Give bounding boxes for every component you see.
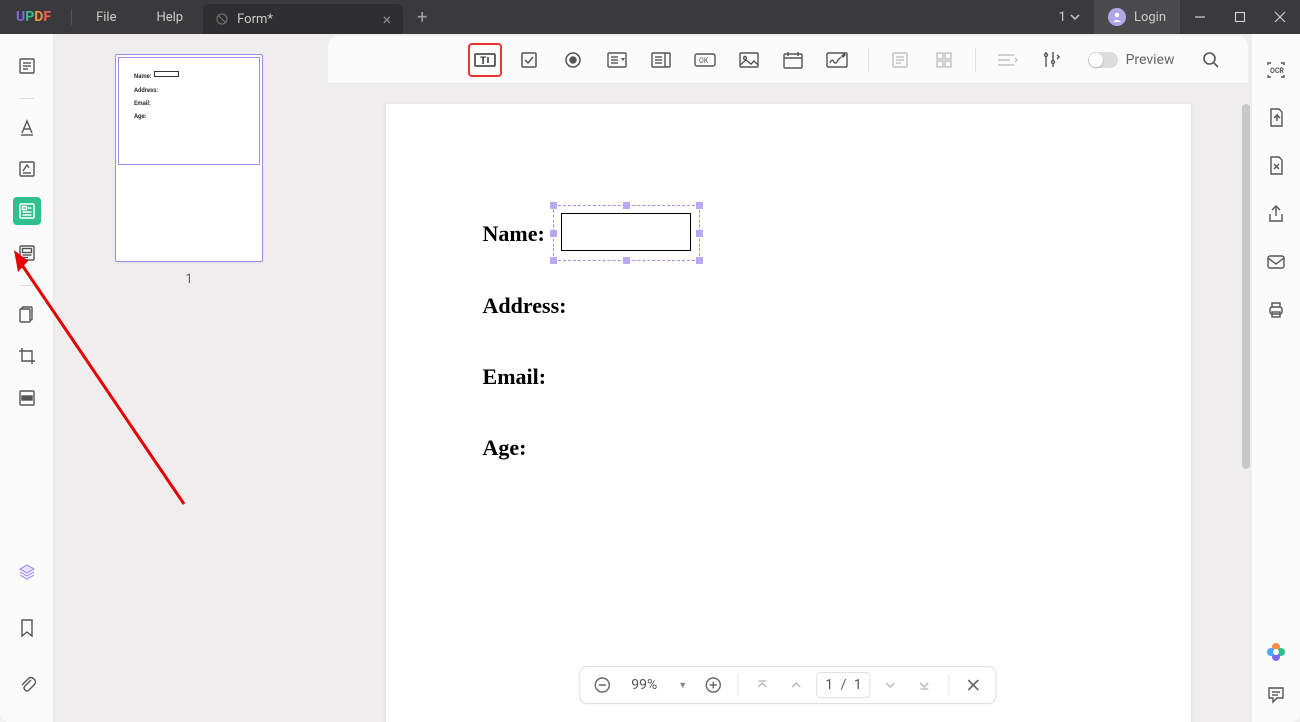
preview-toggle[interactable]: Preview	[1088, 52, 1175, 68]
form-tool[interactable]	[13, 197, 41, 225]
separator	[20, 98, 34, 99]
bookmark-panel-button[interactable]	[13, 614, 41, 642]
svg-text:OK: OK	[699, 57, 709, 65]
listbox-tool[interactable]	[644, 43, 678, 77]
separator	[868, 48, 869, 72]
vertical-scrollbar[interactable]	[1242, 104, 1250, 469]
window-close-button[interactable]	[1260, 0, 1300, 34]
checkbox-tool[interactable]	[512, 43, 546, 77]
zoom-out-button[interactable]	[588, 671, 616, 699]
reader-tool[interactable]	[13, 52, 41, 80]
form-toolbar: T OK Preview	[328, 36, 1249, 84]
new-tab-button[interactable]: +	[403, 7, 441, 28]
zoom-dropdown[interactable]: ▼	[672, 680, 693, 691]
tab-title: Form*	[237, 12, 273, 27]
layers-panel-button[interactable]	[13, 558, 41, 586]
login-button[interactable]: Login	[1094, 0, 1180, 34]
compress-button[interactable]	[1262, 152, 1290, 180]
app-logo: UPDF	[0, 9, 67, 25]
label-name: Name:	[483, 221, 545, 247]
last-page-button[interactable]	[911, 671, 939, 699]
image-field-tool[interactable]	[732, 43, 766, 77]
svg-text:T: T	[480, 56, 486, 67]
crop-tool[interactable]	[13, 342, 41, 370]
document-tab[interactable]: Form* ×	[203, 4, 403, 34]
form-settings-tool[interactable]	[1034, 43, 1068, 77]
redact-tool[interactable]	[13, 384, 41, 412]
close-zoom-bar-button[interactable]	[960, 671, 988, 699]
menu-file[interactable]: File	[76, 10, 136, 25]
text-field-instance[interactable]	[561, 213, 691, 251]
thumbnail-page-number: 1	[185, 272, 192, 287]
page-number-input[interactable]: 1 / 1	[816, 672, 871, 698]
organize-tool[interactable]	[13, 300, 41, 328]
separator	[737, 674, 738, 696]
grid-tool[interactable]	[927, 43, 961, 77]
thumbnail-panel: Name: Address: Email: Age: 1	[54, 34, 323, 722]
page-thumbnail[interactable]: Name: Address: Email: Age:	[115, 54, 263, 262]
email-button[interactable]	[1262, 248, 1290, 276]
window-minimize-button[interactable]	[1180, 0, 1220, 34]
comments-button[interactable]	[1262, 680, 1290, 708]
radio-tool[interactable]	[556, 43, 590, 77]
search-button[interactable]	[1194, 43, 1228, 77]
prev-page-button[interactable]	[782, 671, 810, 699]
separator	[71, 9, 72, 25]
edit-tool[interactable]	[13, 155, 41, 183]
label-email: Email:	[483, 364, 547, 390]
signature-field-tool[interactable]	[820, 43, 854, 77]
editor-area: T OK Preview Name:	[324, 34, 1253, 722]
label-age: Age:	[483, 435, 527, 461]
canvas[interactable]: Name: Address: Email: Age:	[324, 84, 1253, 722]
date-field-tool[interactable]	[776, 43, 810, 77]
convert-button[interactable]	[1262, 104, 1290, 132]
separator	[20, 285, 34, 286]
zoom-bar: 99% ▼ 1 / 1	[579, 666, 996, 704]
attachment-panel-button[interactable]	[13, 670, 41, 698]
zoom-page-menu[interactable]: 1	[1045, 10, 1094, 25]
align-tool[interactable]	[990, 43, 1024, 77]
separator	[949, 674, 950, 696]
share-button[interactable]	[1262, 200, 1290, 228]
label-address: Address:	[483, 293, 567, 319]
user-avatar-icon	[1108, 8, 1126, 26]
first-page-button[interactable]	[748, 671, 776, 699]
ocr-button[interactable]: OCR	[1262, 56, 1290, 84]
zoom-in-button[interactable]	[699, 671, 727, 699]
page-tool[interactable]	[13, 239, 41, 267]
separator	[975, 48, 976, 72]
print-button[interactable]	[1262, 296, 1290, 324]
next-page-button[interactable]	[877, 671, 905, 699]
form-recognition-tool[interactable]	[883, 43, 917, 77]
tab-close-icon[interactable]: ×	[383, 10, 392, 29]
window-maximize-button[interactable]	[1220, 0, 1260, 34]
left-toolbar	[0, 34, 54, 722]
zoom-percent: 99%	[622, 677, 666, 693]
right-toolbar: OCR	[1252, 34, 1300, 722]
document-page[interactable]: Name: Address: Email: Age:	[386, 104, 1191, 722]
button-tool[interactable]: OK	[688, 43, 722, 77]
menu-help[interactable]: Help	[136, 10, 203, 25]
chevron-down-icon	[1070, 12, 1080, 22]
svg-text:OCR: OCR	[1270, 67, 1284, 75]
titlebar: UPDF File Help Form* × + 1 Login	[0, 0, 1300, 34]
annotate-tool[interactable]	[13, 113, 41, 141]
tab-doc-icon	[215, 12, 229, 26]
dropdown-tool[interactable]	[600, 43, 634, 77]
text-field-tool[interactable]: T	[468, 43, 502, 77]
ai-assistant-button[interactable]	[1262, 638, 1290, 666]
